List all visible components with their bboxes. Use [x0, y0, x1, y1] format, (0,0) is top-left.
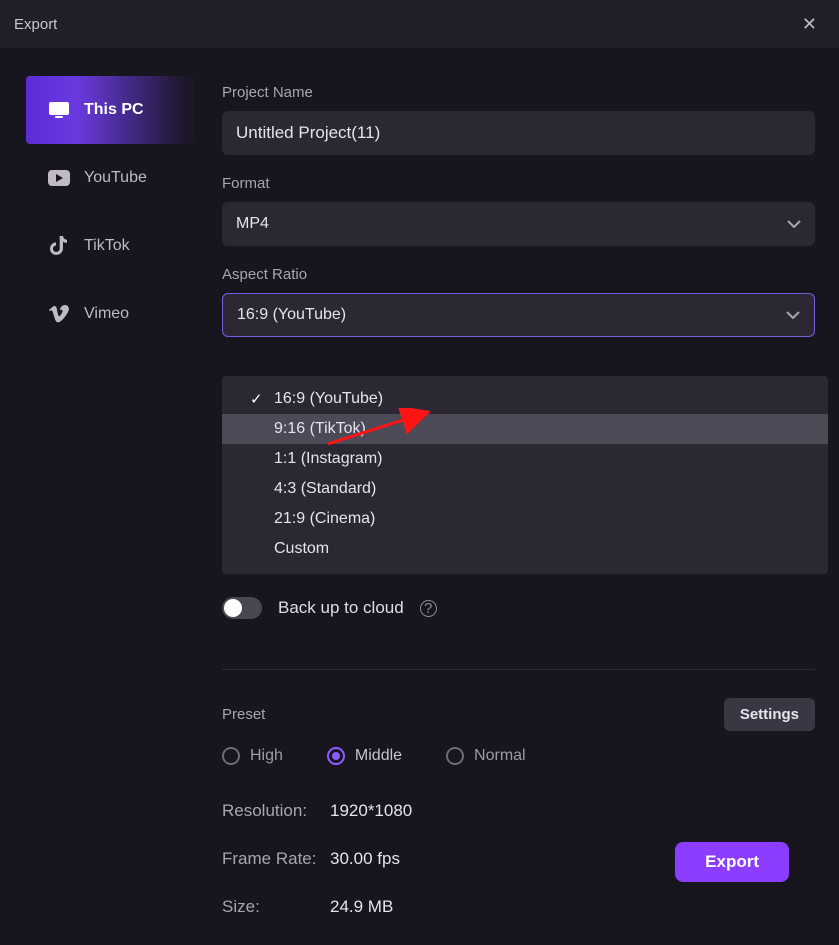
- aspect-ratio-selected-value: 16:9 (YouTube): [237, 306, 346, 324]
- chevron-down-icon: [787, 215, 801, 233]
- toggle-knob: [224, 599, 242, 617]
- radio-icon: [222, 747, 240, 765]
- export-settings-panel: Project Name Format MP4 Aspect Ratio 16:…: [200, 76, 839, 945]
- titlebar: Export ✕: [0, 0, 839, 48]
- resolution-value: 1920*1080: [330, 801, 412, 821]
- aspect-ratio-label: Aspect Ratio: [222, 266, 815, 283]
- resolution-label: Resolution:: [222, 801, 330, 821]
- sidebar-item-youtube[interactable]: YouTube: [26, 144, 194, 212]
- export-button[interactable]: Export: [675, 842, 789, 882]
- divider: [222, 669, 815, 670]
- youtube-icon: [48, 167, 70, 189]
- project-name-input[interactable]: [222, 111, 815, 155]
- sidebar-item-label: YouTube: [84, 169, 147, 187]
- settings-button[interactable]: Settings: [724, 698, 815, 731]
- framerate-label: Frame Rate:: [222, 849, 330, 869]
- aspect-ratio-option[interactable]: ✓ 16:9 (YouTube): [222, 384, 828, 414]
- preset-option-high[interactable]: High: [222, 747, 283, 765]
- aspect-ratio-option[interactable]: Custom: [222, 534, 828, 564]
- preset-label: Preset: [222, 706, 265, 723]
- format-selected-value: MP4: [236, 215, 269, 233]
- vimeo-icon: [48, 303, 70, 325]
- close-icon[interactable]: ✕: [794, 10, 825, 39]
- export-destination-sidebar: This PC YouTube TikTok Vimeo: [0, 76, 200, 945]
- aspect-ratio-option[interactable]: 9:16 (TikTok): [222, 414, 828, 444]
- sidebar-item-label: This PC: [84, 101, 144, 119]
- aspect-ratio-select[interactable]: 16:9 (YouTube): [222, 293, 815, 337]
- sidebar-item-tiktok[interactable]: TikTok: [26, 212, 194, 280]
- sidebar-item-vimeo[interactable]: Vimeo: [26, 280, 194, 348]
- preset-option-middle[interactable]: Middle: [327, 747, 402, 765]
- sidebar-item-this-pc[interactable]: This PC: [26, 76, 194, 144]
- framerate-value: 30.00 fps: [330, 849, 400, 869]
- chevron-down-icon: [786, 306, 800, 324]
- aspect-ratio-option[interactable]: 21:9 (Cinema): [222, 504, 828, 534]
- sidebar-item-label: TikTok: [84, 237, 130, 255]
- project-name-label: Project Name: [222, 84, 815, 101]
- help-icon[interactable]: ?: [420, 600, 437, 617]
- format-label: Format: [222, 175, 815, 192]
- computer-icon: [48, 99, 70, 121]
- format-select[interactable]: MP4: [222, 202, 815, 246]
- size-value: 24.9 MB: [330, 897, 393, 917]
- window-title: Export: [14, 16, 57, 33]
- tiktok-icon: [48, 235, 70, 257]
- aspect-ratio-option[interactable]: 1:1 (Instagram): [222, 444, 828, 474]
- sidebar-item-label: Vimeo: [84, 305, 129, 323]
- size-label: Size:: [222, 897, 330, 917]
- radio-icon: [327, 747, 345, 765]
- aspect-ratio-option[interactable]: 4:3 (Standard): [222, 474, 828, 504]
- aspect-ratio-dropdown: ✓ 16:9 (YouTube) 9:16 (TikTok) 1:1 (Inst…: [222, 376, 828, 574]
- backup-toggle[interactable]: [222, 597, 262, 619]
- preset-radio-group: High Middle Normal: [222, 747, 815, 765]
- preset-option-normal[interactable]: Normal: [446, 747, 526, 765]
- radio-icon: [446, 747, 464, 765]
- check-icon: ✓: [250, 390, 263, 408]
- backup-label: Back up to cloud: [278, 598, 404, 618]
